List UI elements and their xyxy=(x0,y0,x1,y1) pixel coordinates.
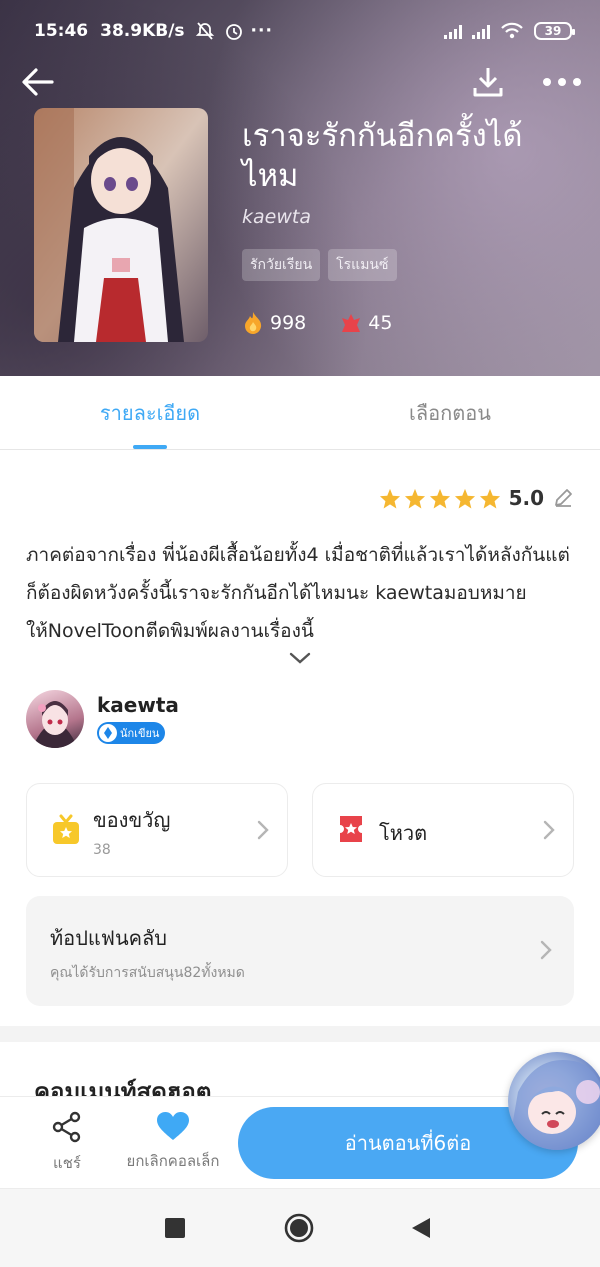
star-icon xyxy=(454,488,475,509)
collect-label: ยกเลิกคอลเล็ก xyxy=(126,1152,220,1170)
gift-icon xyxy=(53,814,79,844)
vote-stat: 45 xyxy=(340,312,392,334)
star-icon xyxy=(404,488,425,509)
writer-badge: นักเขียน xyxy=(97,722,166,744)
rating-row: 5.0 xyxy=(379,486,574,510)
book-cover xyxy=(34,108,208,342)
tab-label: เลือกตอน xyxy=(409,400,491,425)
star-icon xyxy=(379,488,400,509)
star-icon xyxy=(429,488,450,509)
fire-count: 998 xyxy=(270,312,307,334)
more-dots-icon[interactable] xyxy=(540,60,584,104)
vote-title: โหวต xyxy=(379,821,428,845)
download-icon[interactable] xyxy=(466,60,510,104)
gift-count: 38 xyxy=(93,842,111,858)
mute-icon xyxy=(195,22,214,40)
signal-icon xyxy=(444,23,462,39)
gift-card[interactable]: ของขวัญ 38 xyxy=(26,783,288,877)
vote-flame-icon xyxy=(342,314,361,332)
expand-chevron-icon[interactable] xyxy=(288,650,312,668)
tab-bar: รายละเอียด เลือกตอน xyxy=(0,376,600,450)
back-triangle-icon[interactable] xyxy=(406,1213,436,1243)
share-button[interactable]: แชร์ xyxy=(44,1111,90,1175)
book-author[interactable]: kaewta xyxy=(242,206,311,228)
writer-name[interactable]: kaewta xyxy=(97,693,179,717)
recents-square-icon[interactable] xyxy=(160,1213,190,1243)
rating-value: 5.0 xyxy=(508,486,544,510)
battery-icon: 39 xyxy=(534,22,575,40)
chevron-right-icon xyxy=(543,820,555,840)
home-circle-icon[interactable] xyxy=(284,1213,314,1243)
tab-episodes[interactable]: เลือกตอน xyxy=(300,376,600,449)
vote-card[interactable]: โหวต xyxy=(312,783,574,877)
status-net-speed: 38.9KB/s xyxy=(100,21,185,41)
flame-icon xyxy=(245,312,262,334)
ticket-icon xyxy=(340,816,362,842)
status-bar: 15:46 38.9KB/s ··· 39 xyxy=(34,16,575,46)
section-divider xyxy=(0,1026,600,1042)
author-avatar[interactable] xyxy=(26,690,84,748)
status-more-icon: ··· xyxy=(250,21,273,41)
tab-indicator xyxy=(133,445,167,449)
gift-title: ของขวัญ xyxy=(93,808,171,832)
tag[interactable]: รักวัยเรียน xyxy=(242,249,321,281)
star-icon xyxy=(479,488,500,509)
book-header: 15:46 38.9KB/s ··· 39 เราจะรักกันอีกครั้… xyxy=(0,0,600,376)
system-nav-bar xyxy=(0,1188,600,1267)
writer-badge-icon xyxy=(99,724,117,742)
heart-icon xyxy=(157,1112,189,1140)
chevron-right-icon xyxy=(540,940,552,960)
book-title: เราจะรักกันอีกครั้งได้ไหม xyxy=(242,118,523,194)
rating-stars xyxy=(379,488,501,509)
share-label: แชร์ xyxy=(53,1154,81,1172)
tab-label: รายละเอียด xyxy=(99,400,201,425)
edit-pencil-icon[interactable] xyxy=(552,487,574,509)
share-icon xyxy=(52,1111,81,1143)
tab-details[interactable]: รายละเอียด xyxy=(0,376,300,449)
writer-badge-label: นักเขียน xyxy=(120,727,160,740)
wifi-icon xyxy=(501,22,523,39)
floating-promo-avatar[interactable] xyxy=(508,1052,600,1150)
top-fanclub-card[interactable]: ท้อปแฟนคลับ คุณได้รับการสนับสนุน82ทั้งหม… xyxy=(26,896,574,1006)
chevron-right-icon xyxy=(257,820,269,840)
uncollect-button[interactable]: ยกเลิกคอลเล็ก xyxy=(118,1111,228,1173)
vote-count: 45 xyxy=(368,312,393,334)
book-description: ภาคต่อจากเรื่อง พี่น้องผีเสื้อน้อยทั้ง4 … xyxy=(26,544,570,642)
fanclub-subtitle: คุณได้รับการสนับสนุน82ทั้งหมด xyxy=(50,965,245,981)
status-time: 15:46 xyxy=(34,21,89,41)
tag-list: รักวัยเรียน โรแมนซ์ xyxy=(242,249,397,281)
fanclub-title: ท้อปแฟนคลับ xyxy=(50,926,167,950)
tag[interactable]: โรแมนซ์ xyxy=(328,249,397,281)
fire-stat: 998 xyxy=(242,311,306,335)
signal-icon-2 xyxy=(472,23,490,39)
alarm-icon xyxy=(225,24,242,40)
back-arrow-icon[interactable] xyxy=(16,60,60,104)
book-stats: 998 45 xyxy=(242,311,426,335)
